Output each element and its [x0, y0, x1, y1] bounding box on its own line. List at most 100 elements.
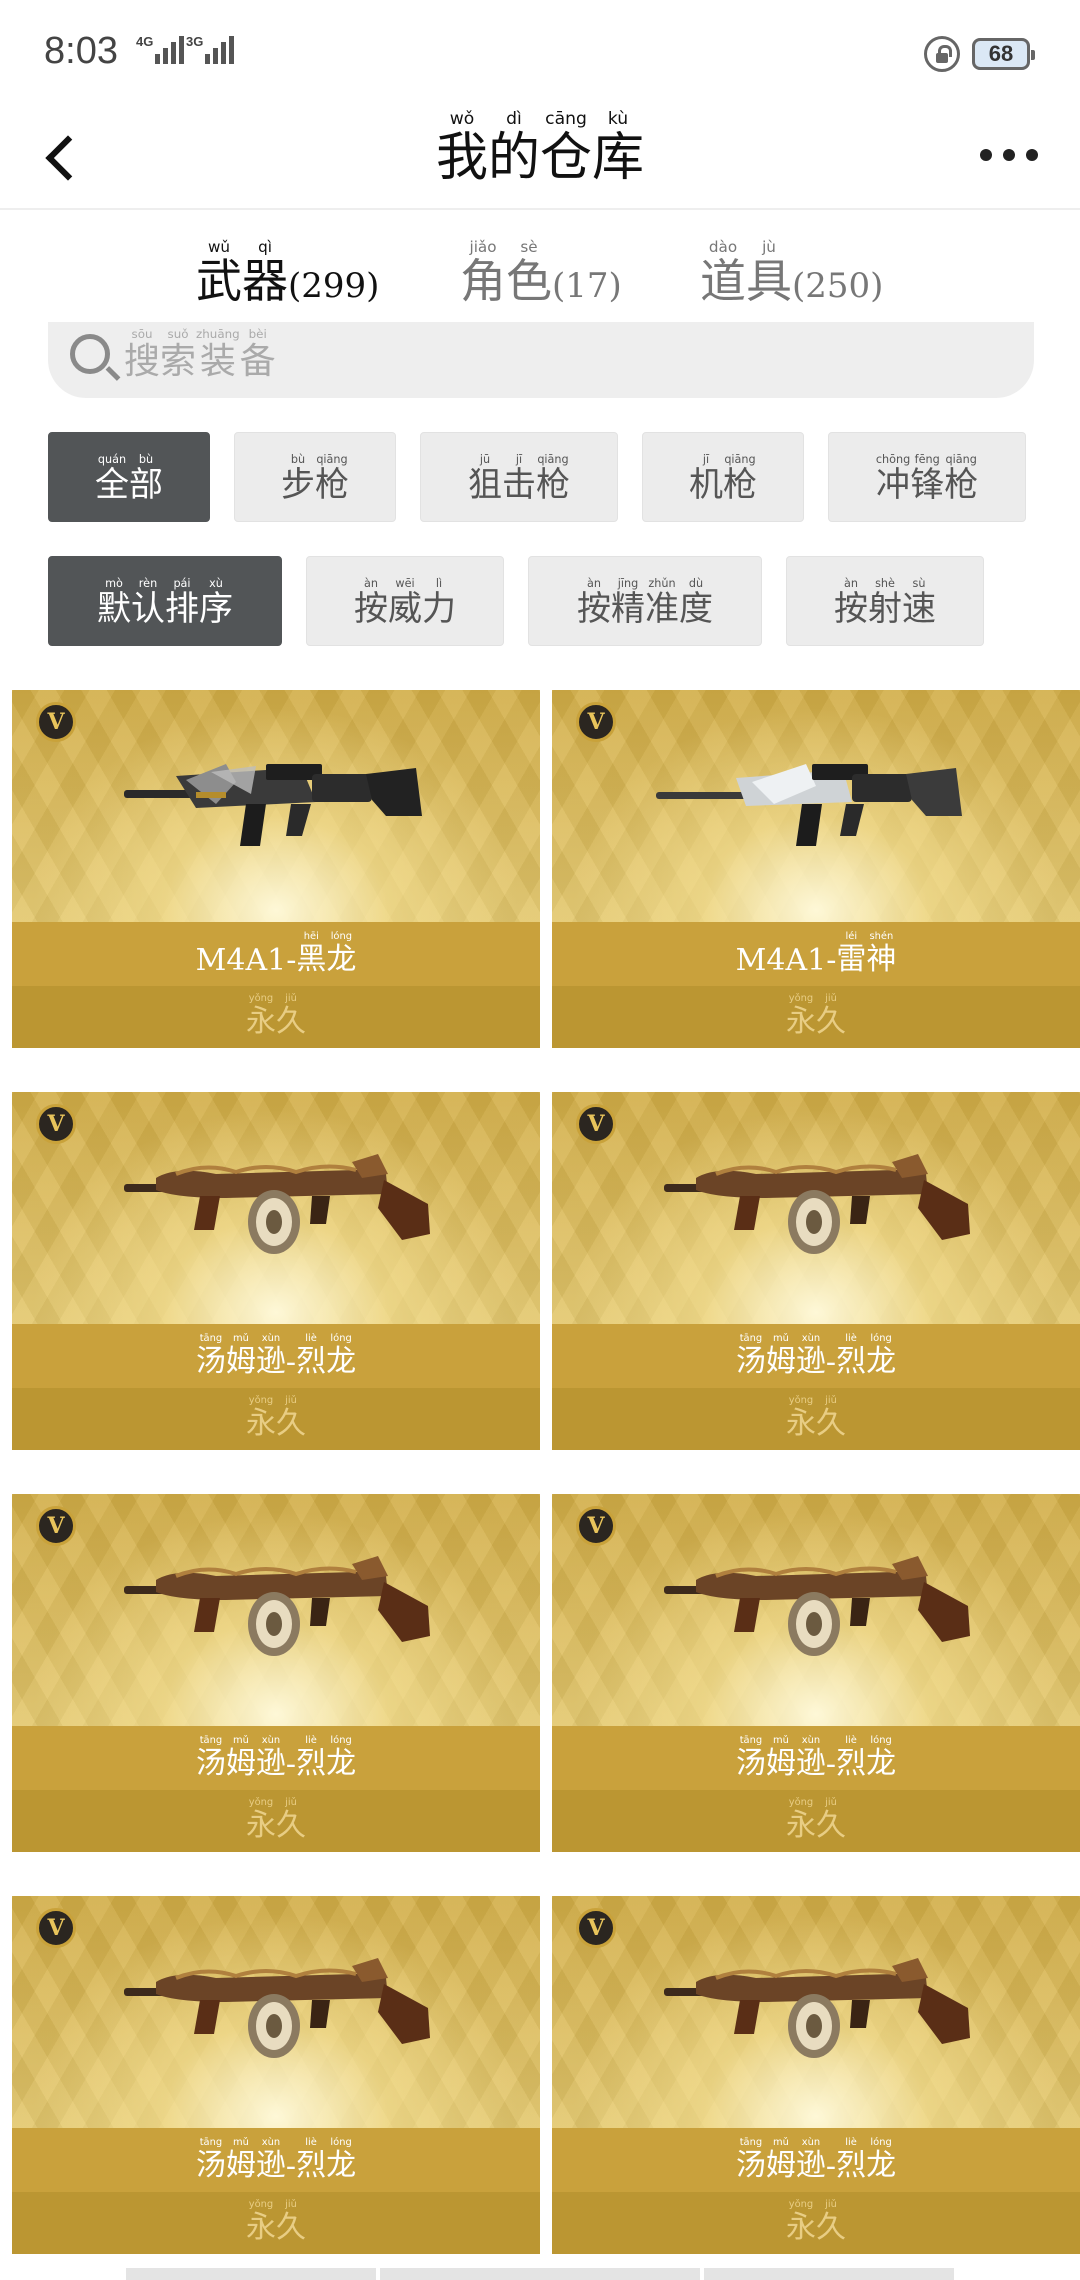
filter-label-char: 枪qiāng	[944, 453, 979, 505]
weapon-duration-char: 永yǒng	[786, 1395, 816, 1441]
title-char: 的dì	[487, 109, 540, 188]
weapon-name-char: 姆mǔ	[765, 1735, 796, 1781]
weapon-name-char: 烈liè	[836, 1735, 867, 1781]
search-placeholder-char: 索suǒ	[160, 327, 197, 382]
tommy-gun-icon	[656, 1144, 976, 1264]
vip-badge-icon: V	[36, 1506, 76, 1546]
weapon-name-char: 烈liè	[296, 1333, 327, 1379]
weapon-card[interactable]: V M4A1- 雷léi 神shén 永yǒng 久jiǔ	[552, 690, 1080, 1048]
sort-label-char: 准zhǔn	[645, 577, 679, 629]
weapon-name-char: 龙lóng	[326, 1333, 357, 1379]
filter-rifle[interactable]: 步bù 枪qiāng	[234, 432, 396, 522]
tab-label-char: 器qì	[242, 238, 288, 308]
tab-characters[interactable]: 角jiǎo色sè(17)	[460, 238, 622, 311]
sort-label-char: 速sù	[902, 577, 936, 629]
sort-label-char: 射shè	[868, 577, 902, 629]
weapon-card-image: V	[552, 690, 1080, 922]
sort-label-char: 按àn	[354, 577, 388, 629]
weapon-name-char: 龙lóng	[326, 1735, 357, 1781]
filter-label-char: 部bù	[129, 453, 163, 505]
weapon-duration-char: 久jiǔ	[276, 993, 306, 1039]
weapon-name-char: 姆mǔ	[225, 2137, 256, 2183]
weapon-name: 汤tāng 姆mǔ 逊xùn - 烈liè 龙lóng	[552, 2128, 1080, 2192]
weapon-name-char: 汤tāng	[195, 1735, 226, 1781]
vip-badge-icon: V	[36, 1908, 76, 1948]
tommy-gun-icon	[116, 1546, 436, 1666]
filter-sniper[interactable]: 狙jū 击jī 枪qiāng	[420, 432, 618, 522]
filter-label-char: 枪qiāng	[315, 453, 349, 505]
weapon-duration: 永yǒng 久jiǔ	[552, 2192, 1080, 2254]
rifle-black-icon	[116, 742, 436, 862]
weapon-name-char: 汤tāng	[735, 1735, 766, 1781]
weapon-name: 汤tāng 姆mǔ 逊xùn - 烈liè 龙lóng	[12, 2128, 540, 2192]
tab-weapons[interactable]: 武wǔ器qì(299)	[196, 238, 379, 311]
weapon-name-char: 姆mǔ	[225, 1333, 256, 1379]
weapon-card[interactable]: V 汤tāng 姆mǔ 逊xùn - 烈liè 龙lóng 永yǒng 久jiǔ	[552, 1092, 1080, 1450]
weapon-card[interactable]: V 汤tāng 姆mǔ 逊xùn - 烈liè 龙lóng 永yǒng 久jiǔ	[552, 1494, 1080, 1852]
weapon-name-char: 姆mǔ	[225, 1735, 256, 1781]
weapon-card[interactable]: V 汤tāng 姆mǔ 逊xùn - 烈liè 龙lóng 永yǒng 久jiǔ	[12, 1896, 540, 2254]
weapon-duration-char: 永yǒng	[786, 1797, 816, 1843]
tab-count: (250)	[792, 266, 884, 306]
tab-bar: 武wǔ器qì(299) 角jiǎo色sè(17) 道dào具jù(250)	[0, 212, 1080, 332]
weapon-card-image: V	[12, 1092, 540, 1324]
filter-machine-gun[interactable]: 机jī 枪qiāng	[642, 432, 804, 522]
weapon-name-char: 逊xùn	[795, 1333, 826, 1379]
weapon-name-char: 龙lóng	[866, 1333, 897, 1379]
vip-badge-icon: V	[576, 702, 616, 742]
weapon-name: 汤tāng 姆mǔ 逊xùn - 烈liè 龙lóng	[552, 1324, 1080, 1388]
filter-label-char: 枪qiāng	[536, 453, 570, 505]
weapon-name-char: 黑hēi	[296, 931, 327, 977]
search-placeholder-char: 搜sōu	[124, 327, 161, 382]
filter-label-char: 全quán	[95, 453, 129, 505]
weapon-name-char: 汤tāng	[195, 2137, 226, 2183]
weapon-name-char: 逊xùn	[795, 2137, 826, 2183]
filter-label-char: 步bù	[281, 453, 315, 505]
filter-smg[interactable]: 冲chōng 锋fēng 枪qiāng	[828, 432, 1026, 522]
weapon-name-char: 逊xùn	[795, 1735, 826, 1781]
weapon-name: M4A1- 雷léi 神shén	[552, 922, 1080, 986]
sort-fire-rate[interactable]: 按àn 射shè 速sù	[786, 556, 984, 646]
weapon-card[interactable]: V 汤tāng 姆mǔ 逊xùn - 烈liè 龙lóng 永yǒng 久jiǔ	[12, 1092, 540, 1450]
tab-label-char: 具jù	[746, 238, 792, 308]
sort-label-char: 序xù	[199, 577, 233, 629]
sort-accuracy[interactable]: 按àn 精jīng 准zhǔn 度dù	[528, 556, 762, 646]
weapon-name-char: 雷léi	[836, 931, 867, 977]
weapon-duration-char: 永yǒng	[786, 2199, 816, 2245]
weapon-duration-char: 永yǒng	[246, 993, 276, 1039]
weapon-duration-char: 久jiǔ	[816, 2199, 846, 2245]
tab-label-char: 道dào	[700, 238, 746, 308]
filter-label-char: 枪qiāng	[723, 453, 757, 505]
bottom-bar-segment	[380, 2268, 700, 2280]
search-placeholder: 搜sōu索suǒ装zhuāng备bèi	[124, 327, 276, 384]
sort-power[interactable]: 按àn 威wēi 力lì	[306, 556, 504, 646]
weapon-duration-char: 久jiǔ	[816, 993, 846, 1039]
title-char: 库kù	[592, 109, 645, 188]
tab-label-char: 武wǔ	[196, 238, 242, 308]
weapon-name-char: 汤tāng	[735, 2137, 766, 2183]
rifle-silver-icon	[656, 742, 976, 862]
tab-label-char: 色sè	[506, 238, 552, 308]
sort-default[interactable]: 默mò 认rèn 排pái 序xù	[48, 556, 282, 646]
filter-label-char: 机jī	[689, 453, 723, 505]
weapon-name: 汤tāng 姆mǔ 逊xùn - 烈liè 龙lóng	[12, 1726, 540, 1790]
sort-label-char: 默mò	[97, 577, 131, 629]
vip-badge-icon: V	[576, 1104, 616, 1144]
tab-items[interactable]: 道dào具jù(250)	[700, 238, 884, 311]
weapon-duration-char: 永yǒng	[246, 1395, 276, 1441]
search-input[interactable]: 搜sōu索suǒ装zhuāng备bèi	[48, 322, 1034, 398]
weapon-duration-char: 久jiǔ	[276, 2199, 306, 2245]
weapon-name-char: 神shén	[866, 931, 897, 977]
weapon-card[interactable]: V 汤tāng 姆mǔ 逊xùn - 烈liè 龙lóng 永yǒng 久jiǔ	[12, 1494, 540, 1852]
weapon-card[interactable]: V 汤tāng 姆mǔ 逊xùn - 烈liè 龙lóng 永yǒng 久jiǔ	[552, 1896, 1080, 2254]
weapon-duration-char: 永yǒng	[246, 2199, 276, 2245]
vip-badge-icon: V	[36, 1104, 76, 1144]
tommy-gun-icon	[656, 1546, 976, 1666]
filter-all[interactable]: 全quán 部bù	[48, 432, 210, 522]
title-char: 仓cāng	[540, 109, 593, 188]
weapon-card[interactable]: V M4A1- 黑hēi 龙lóng 永yǒng 久jiǔ	[12, 690, 540, 1048]
weapon-name-char: 烈liè	[836, 1333, 867, 1379]
weapon-duration-char: 永yǒng	[246, 1797, 276, 1843]
weapon-card-image: V	[552, 1896, 1080, 2128]
more-options-button[interactable]	[974, 130, 1044, 180]
